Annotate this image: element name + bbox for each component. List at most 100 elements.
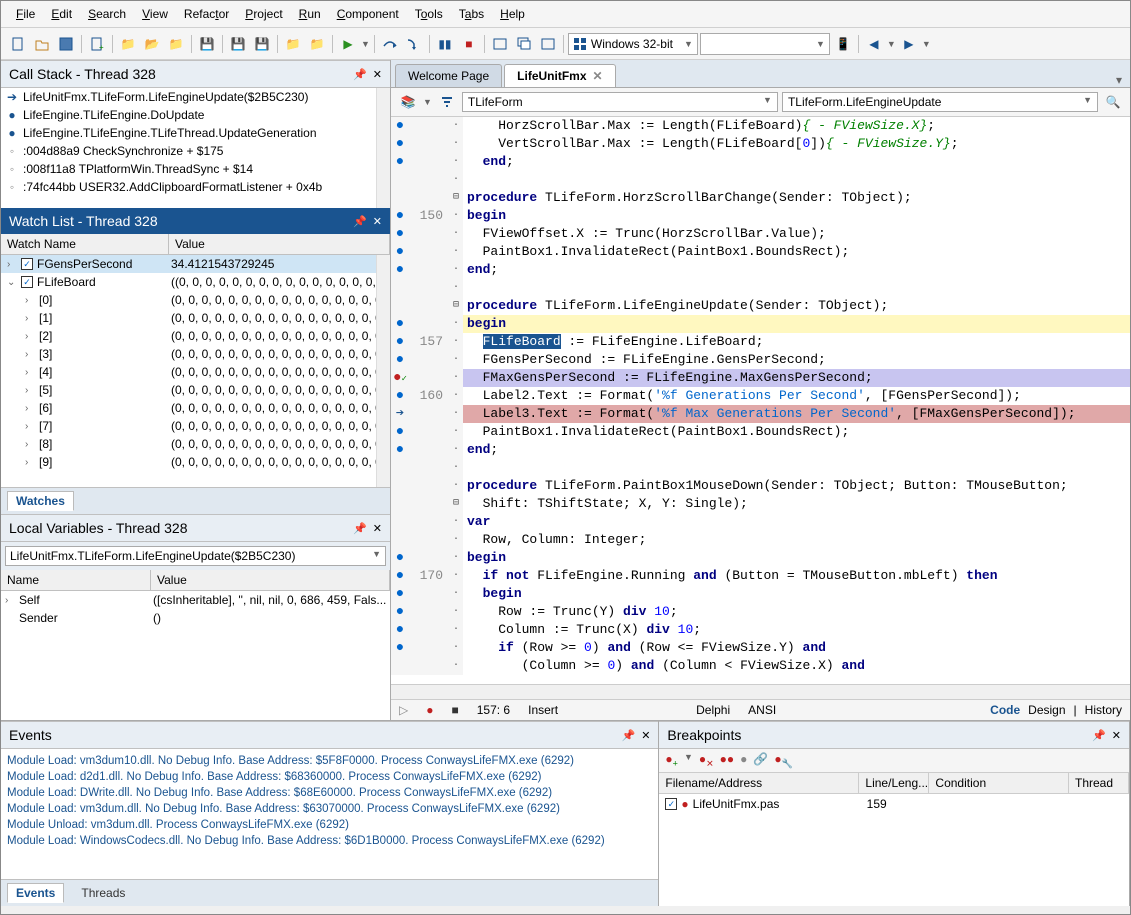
- tab-events[interactable]: Events: [7, 883, 64, 903]
- add-breakpoint-icon[interactable]: ●+: [665, 752, 678, 769]
- menu-view[interactable]: View: [135, 4, 175, 24]
- code-editor[interactable]: ●· HorzScrollBar.Max := Length(FLifeBoar…: [391, 117, 1130, 684]
- expander-icon[interactable]: ›: [25, 457, 35, 468]
- close-icon[interactable]: ✕: [1112, 729, 1121, 742]
- scrollbar[interactable]: [376, 88, 390, 208]
- delete-all-breakpoints-icon[interactable]: ●●: [720, 752, 735, 769]
- menu-tools[interactable]: Tools: [408, 4, 450, 24]
- close-icon[interactable]: ✕: [641, 729, 650, 742]
- menu-component[interactable]: Component: [330, 4, 406, 24]
- expander-icon[interactable]: ›: [25, 367, 35, 378]
- close-icon[interactable]: ✕: [373, 68, 382, 81]
- folder-project-icon[interactable]: 📁: [282, 33, 304, 55]
- window2-icon[interactable]: [513, 33, 535, 55]
- menu-run[interactable]: Run: [292, 4, 328, 24]
- watch-row[interactable]: ›[4](0, 0, 0, 0, 0, 0, 0, 0, 0, 0, 0, 0,…: [1, 363, 390, 381]
- menu-edit[interactable]: Edit: [44, 4, 79, 24]
- watch-row[interactable]: ›[9](0, 0, 0, 0, 0, 0, 0, 0, 0, 0, 0, 0,…: [1, 453, 390, 471]
- add-file-icon[interactable]: +: [86, 33, 108, 55]
- stop-icon[interactable]: ■: [458, 33, 480, 55]
- watch-row[interactable]: ›✓FGensPerSecond34.4121543729245: [1, 255, 390, 273]
- save-project-as-icon[interactable]: 💾: [251, 33, 273, 55]
- bp-col-condition[interactable]: Condition: [929, 773, 1069, 793]
- expander-icon[interactable]: ›: [25, 295, 35, 306]
- folder-open-icon[interactable]: 📂: [141, 33, 163, 55]
- delete-breakpoint-icon[interactable]: ●✕: [699, 752, 714, 769]
- bp-col-line[interactable]: Line/Leng...: [859, 773, 929, 793]
- view-tab-design[interactable]: Design: [1028, 703, 1065, 717]
- tab-lifeunitfmx[interactable]: LifeUnitFmx✕: [504, 64, 615, 87]
- debug-stop-icon[interactable]: ■: [451, 703, 458, 717]
- menu-project[interactable]: Project: [238, 4, 289, 24]
- watch-row[interactable]: ›[0](0, 0, 0, 0, 0, 0, 0, 0, 0, 0, 0, 0,…: [1, 291, 390, 309]
- pin-icon[interactable]: 📌: [353, 68, 367, 81]
- class-combo[interactable]: TLifeForm▼: [462, 92, 778, 112]
- step-into-icon[interactable]: [403, 33, 425, 55]
- close-icon[interactable]: ✕: [373, 522, 382, 535]
- menu-refactor[interactable]: Refactor: [177, 4, 236, 24]
- view-tab-history[interactable]: History: [1085, 703, 1122, 717]
- save-icon[interactable]: [55, 33, 77, 55]
- folder-project-add-icon[interactable]: 📁: [306, 33, 328, 55]
- device-icon[interactable]: 📱: [832, 33, 854, 55]
- callstack-row[interactable]: ◦:008f11a8 TPlatformWin.ThreadSync + $14: [1, 160, 390, 178]
- open-file-icon[interactable]: [31, 33, 53, 55]
- expander-icon[interactable]: ›: [25, 349, 35, 360]
- search-icon[interactable]: 🔍: [1102, 91, 1124, 113]
- watch-checkbox[interactable]: ✓: [21, 276, 33, 288]
- locals-col-value[interactable]: Value: [151, 570, 390, 590]
- locals-col-name[interactable]: Name: [1, 570, 151, 590]
- callstack-row[interactable]: ➔LifeUnitFmx.TLifeForm.LifeEngineUpdate(…: [1, 88, 390, 106]
- nav-filter-icon[interactable]: [436, 91, 458, 113]
- watch-row[interactable]: ›[3](0, 0, 0, 0, 0, 0, 0, 0, 0, 0, 0, 0,…: [1, 345, 390, 363]
- expander-icon[interactable]: ›: [7, 259, 17, 270]
- menu-search[interactable]: Search: [81, 4, 133, 24]
- tab-threads[interactable]: Threads: [72, 883, 134, 903]
- menu-tabs[interactable]: Tabs: [452, 4, 491, 24]
- watch-row[interactable]: ›[8](0, 0, 0, 0, 0, 0, 0, 0, 0, 0, 0, 0,…: [1, 435, 390, 453]
- expander-icon[interactable]: [5, 613, 15, 624]
- expander-icon[interactable]: ⌄: [7, 277, 17, 288]
- callstack-row[interactable]: ◦:74fc44bb USER32.AddClipboardFormatList…: [1, 178, 390, 196]
- menu-file[interactable]: File: [9, 4, 42, 24]
- back-icon[interactable]: ◀: [863, 33, 885, 55]
- expander-icon[interactable]: ›: [25, 421, 35, 432]
- watch-col-value[interactable]: Value: [169, 234, 390, 254]
- save-all-icon[interactable]: 💾: [196, 33, 218, 55]
- watch-row[interactable]: ⌄✓FLifeBoard((0, 0, 0, 0, 0, 0, 0, 0, 0,…: [1, 273, 390, 291]
- nav-books-icon[interactable]: 📚: [397, 91, 419, 113]
- watch-row[interactable]: ›[2](0, 0, 0, 0, 0, 0, 0, 0, 0, 0, 0, 0,…: [1, 327, 390, 345]
- pin-icon[interactable]: 📌: [353, 522, 367, 535]
- platform-combo[interactable]: Windows 32-bit ▼: [568, 33, 698, 55]
- window-icon[interactable]: [489, 33, 511, 55]
- close-icon[interactable]: ✕: [373, 215, 382, 228]
- bp-col-file[interactable]: Filename/Address: [659, 773, 859, 793]
- watch-checkbox[interactable]: ✓: [21, 258, 33, 270]
- view-tab-code[interactable]: Code: [990, 703, 1020, 717]
- local-var-row[interactable]: Sender(): [1, 609, 390, 627]
- pin-icon[interactable]: 📌: [622, 729, 636, 742]
- folder-add-icon[interactable]: 📁: [165, 33, 187, 55]
- window3-icon[interactable]: [537, 33, 559, 55]
- callstack-row[interactable]: ◦:004d88a9 CheckSynchronize + $175: [1, 142, 390, 160]
- pin-icon[interactable]: 📌: [353, 215, 367, 228]
- bp-col-thread[interactable]: Thread: [1069, 773, 1129, 793]
- menu-help[interactable]: Help: [493, 4, 532, 24]
- save-project-icon[interactable]: 💾: [227, 33, 249, 55]
- debug-run-icon[interactable]: ▷: [399, 703, 408, 717]
- breakpoint-row[interactable]: ✓ ● LifeUnitFmx.pas 159: [659, 794, 1129, 814]
- bp-enabled-checkbox[interactable]: ✓: [665, 798, 677, 810]
- watch-row[interactable]: ›[5](0, 0, 0, 0, 0, 0, 0, 0, 0, 0, 0, 0,…: [1, 381, 390, 399]
- close-tab-icon[interactable]: ✕: [593, 69, 603, 83]
- local-var-row[interactable]: ›Self([csInheritable], '', nil, nil, 0, …: [1, 591, 390, 609]
- expander-icon[interactable]: ›: [25, 403, 35, 414]
- forward-icon[interactable]: ▶: [898, 33, 920, 55]
- expander-icon[interactable]: ›: [5, 595, 15, 606]
- callstack-row[interactable]: ●LifeEngine.TLifeEngine.TLifeThread.Upda…: [1, 124, 390, 142]
- watch-row[interactable]: ›[7](0, 0, 0, 0, 0, 0, 0, 0, 0, 0, 0, 0,…: [1, 417, 390, 435]
- expander-icon[interactable]: ›: [25, 331, 35, 342]
- locals-context-combo[interactable]: LifeUnitFmx.TLifeForm.LifeEngineUpdate($…: [5, 546, 386, 566]
- device-combo[interactable]: ▼: [700, 33, 830, 55]
- new-file-icon[interactable]: [7, 33, 29, 55]
- step-over-icon[interactable]: [379, 33, 401, 55]
